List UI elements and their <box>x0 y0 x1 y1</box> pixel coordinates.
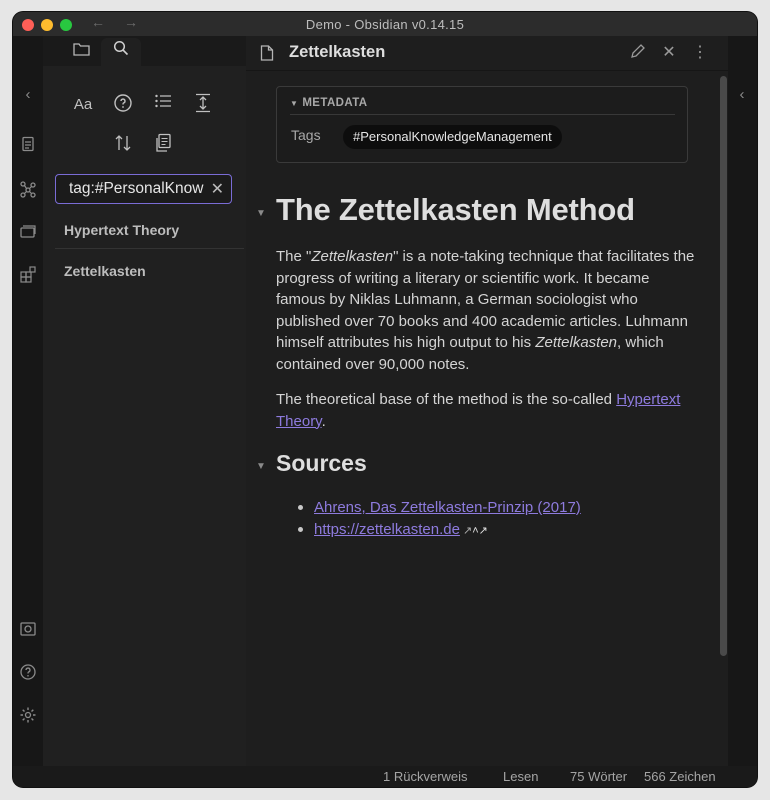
title-bar: ← → Demo - Obsidian v0.14.15 <box>13 12 757 36</box>
vault-switcher-icon[interactable] <box>19 620 37 638</box>
sort-order-icon[interactable] <box>110 133 136 157</box>
obsidian-window: ← → Demo - Obsidian v0.14.15 ‹ Aa tag:#P… <box>13 12 757 787</box>
tag-pill[interactable]: #PersonalKnowledgeManagement <box>343 125 562 149</box>
metadata-key-tags: Tags <box>291 127 321 143</box>
left-sidebar: Aa ✕ Hypertext Theory Zettelkasten <box>43 36 246 766</box>
tab-search[interactable] <box>101 38 141 66</box>
collapse-results-icon[interactable] <box>150 93 176 117</box>
document-icon <box>260 45 274 65</box>
tab-file-explorer[interactable] <box>61 38 101 66</box>
scrollbar-thumb[interactable] <box>720 76 727 656</box>
plugins-grid-icon[interactable] <box>19 265 37 283</box>
open-quick-switcher-icon[interactable] <box>19 136 37 154</box>
status-char-count: 566 Zeichen <box>644 769 716 784</box>
main-pane: Zettelkasten ✕ ⋮ ▼ METADATA Tags #Persona… <box>246 36 728 766</box>
sources-list: Ahrens, Das Zettelkasten-Prinzip (2017) … <box>296 497 581 542</box>
settings-gear-icon[interactable] <box>19 706 37 724</box>
window-title: Demo - Obsidian v0.14.15 <box>305 17 465 32</box>
divider <box>290 114 675 115</box>
search-icon <box>113 40 129 60</box>
collapse-triangle-icon: ▼ <box>290 99 299 108</box>
fold-heading-icon[interactable]: ▼ <box>256 461 266 472</box>
left-ribbon: ‹ <box>13 36 43 766</box>
right-sidebar-collapsed: ‹ <box>728 36 757 766</box>
heading-1: The Zettelkasten Method <box>276 192 635 227</box>
slides-icon[interactable] <box>19 223 37 241</box>
search-result-hypertext-theory[interactable]: Hypertext Theory <box>64 222 179 238</box>
external-link-icon: ↗ <box>459 524 473 537</box>
search-field[interactable]: ✕ <box>55 174 232 204</box>
external-link-zettelkasten-de[interactable]: https://zettelkasten.de <box>314 521 460 538</box>
metadata-block: ▼ METADATA Tags #PersonalKnowledgeManagem… <box>276 86 688 163</box>
folder-icon <box>72 43 90 60</box>
expand-right-sidebar-icon[interactable]: ‹ <box>733 86 751 104</box>
status-backlinks[interactable]: 1 Rückverweis <box>383 769 468 784</box>
match-case-icon[interactable]: Aa <box>70 93 96 117</box>
collapse-sidebar-icon[interactable]: ‹ <box>19 86 37 104</box>
divider <box>55 248 244 249</box>
copy-results-icon[interactable] <box>150 133 176 157</box>
sidebar-tabs <box>43 36 246 66</box>
close-pane-icon[interactable]: ✕ <box>659 43 679 63</box>
status-bar: 1 Rückverweis Lesen 75 Wörter 566 Zeiche… <box>13 766 757 787</box>
fold-heading-icon[interactable]: ▼ <box>256 208 266 219</box>
note-title[interactable]: Zettelkasten <box>289 43 385 62</box>
close-icon[interactable]: ✕ <box>211 179 224 199</box>
more-options-icon[interactable]: ⋮ <box>690 43 710 63</box>
edit-pencil-icon[interactable] <box>628 43 648 63</box>
graph-view-icon[interactable] <box>19 180 37 198</box>
status-mode[interactable]: Lesen <box>503 769 538 784</box>
heading-2: Sources <box>276 450 367 476</box>
search-result-zettelkasten[interactable]: Zettelkasten <box>64 263 146 279</box>
metadata-heading[interactable]: ▼ METADATA <box>290 97 368 109</box>
help-icon[interactable] <box>19 663 37 681</box>
list-item: https://zettelkasten.de ↗˄↗ <box>296 519 581 543</box>
internal-link-ahrens[interactable]: Ahrens, Das Zettelkasten-Prinzip (2017) <box>314 499 581 516</box>
external-link-icon: ˄↗ <box>472 524 488 537</box>
paragraph-intro: The "Zettelkasten" is a note-taking tech… <box>276 248 695 373</box>
explain-search-icon[interactable] <box>110 93 136 117</box>
list-item: Ahrens, Das Zettelkasten-Prinzip (2017) <box>296 497 581 519</box>
search-input[interactable] <box>56 175 217 203</box>
show-more-context-icon[interactable] <box>190 93 216 117</box>
status-word-count: 75 Wörter <box>570 769 628 784</box>
paragraph-theory: The theoretical base of the method is th… <box>276 391 681 430</box>
view-header: Zettelkasten ✕ ⋮ <box>246 36 728 71</box>
